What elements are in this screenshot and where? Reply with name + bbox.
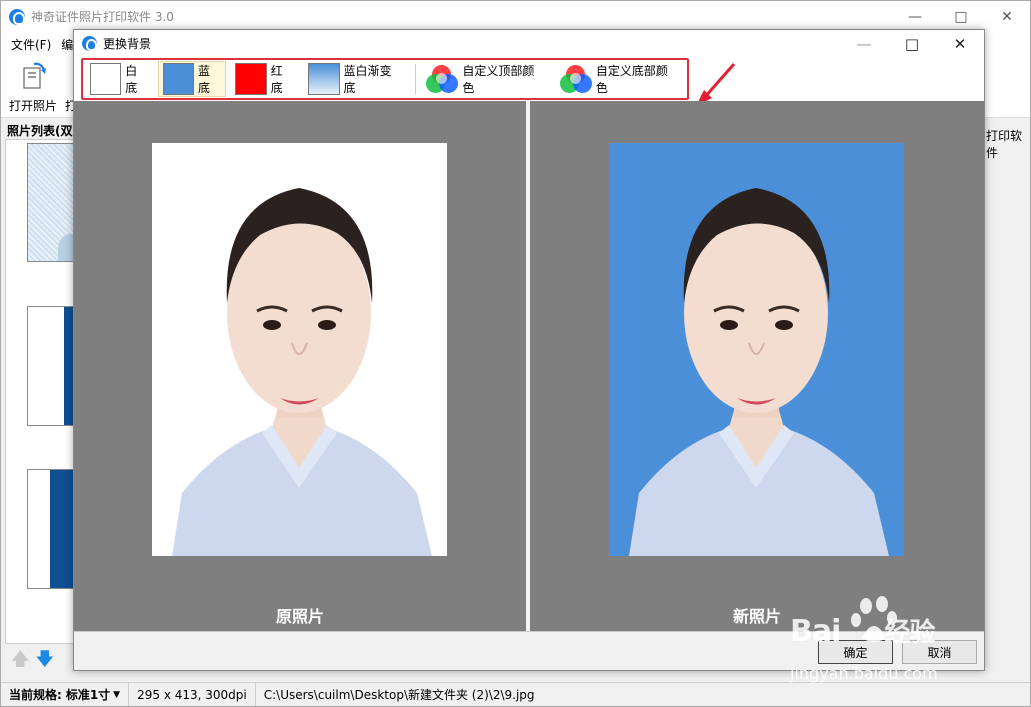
- preview-divider: [526, 101, 530, 631]
- option-custom-bottom-color[interactable]: 自定义底部颜色: [554, 61, 683, 97]
- spec-label: 当前规格:: [9, 688, 62, 702]
- original-photo-caption: 原照片: [275, 607, 324, 626]
- move-up-icon[interactable]: 🡅: [11, 651, 30, 669]
- white-swatch: [90, 63, 122, 95]
- menu-file[interactable]: 文件(F): [11, 36, 51, 53]
- minimize-button[interactable]: —: [892, 1, 938, 32]
- close-button[interactable]: ✕: [984, 1, 1030, 32]
- spec-value: 标准1寸: [65, 688, 111, 702]
- portrait-image: [609, 143, 904, 556]
- portrait-image: [152, 143, 447, 556]
- open-photo-button[interactable]: 打开照片: [7, 60, 59, 114]
- toolbar-separator: [415, 64, 417, 94]
- photo-thumbnail[interactable]: [27, 143, 74, 262]
- option-white-background[interactable]: 白底: [85, 61, 154, 97]
- option-gradient-background[interactable]: 蓝白渐变底: [303, 61, 407, 97]
- background-options: 白底 蓝底 红底 蓝白渐变底 自定义顶部颜色 自定义底部颜色: [81, 58, 689, 100]
- dialog-minimize-button[interactable]: —: [840, 30, 888, 57]
- open-photo-label: 打开照片: [8, 99, 57, 113]
- option-red-background[interactable]: 红底: [230, 61, 299, 97]
- ok-button[interactable]: 确定: [818, 640, 893, 664]
- option-blue-background[interactable]: 蓝底: [157, 61, 227, 97]
- dialog-titlebar: 更换背景 — □ ✕: [74, 30, 984, 57]
- dialog-footer: 确定 取消: [74, 631, 984, 670]
- original-photo: [152, 143, 447, 556]
- main-window-title: 神奇证件照片打印软件 3.0: [31, 10, 174, 24]
- move-down-icon[interactable]: 🡇: [36, 651, 55, 669]
- photo-list[interactable]: [5, 139, 75, 644]
- option-label: 自定义顶部颜色: [462, 64, 535, 95]
- option-custom-top-color[interactable]: 自定义顶部颜色: [420, 61, 549, 97]
- dialog-close-button[interactable]: ✕: [936, 30, 984, 57]
- color-wheel-icon: [559, 64, 592, 94]
- dimensions-readout: 295 x 413, 300dpi: [129, 683, 256, 706]
- dialog-title: 更换背景: [103, 37, 152, 51]
- spec-selector[interactable]: 当前规格: 标准1寸 ▼: [1, 683, 130, 706]
- dialog-logo-icon: [82, 36, 97, 51]
- option-label: 自定义底部颜色: [595, 64, 668, 95]
- option-label: 蓝白渐变底: [343, 64, 392, 95]
- main-titlebar: 神奇证件照片打印软件 3.0 — □ ✕: [1, 1, 1030, 32]
- right-panel-label: 打印软件: [986, 129, 1023, 160]
- dialog-maximize-button[interactable]: □: [888, 30, 936, 57]
- app-logo-icon: [9, 8, 25, 25]
- photo-thumbnail[interactable]: [27, 469, 74, 589]
- menu-edit[interactable]: 编: [61, 36, 73, 53]
- statusbar: 当前规格: 标准1寸 ▼ 295 x 413, 300dpi C:\Users\…: [1, 682, 1030, 706]
- option-label: 白底: [125, 64, 138, 95]
- color-wheel-icon: [425, 64, 459, 94]
- gradient-swatch: [308, 63, 340, 95]
- list-nav: 🡅 🡇: [11, 651, 54, 669]
- file-path: C:\Users\cuilm\Desktop\新建文件夹 (2)\2\9.jpg: [263, 688, 535, 702]
- change-background-dialog: 更换背景 — □ ✕ 白底 蓝底 红底 蓝白渐变底 自定义顶部颜色 自定义底部颜…: [73, 29, 985, 671]
- blue-swatch: [162, 63, 195, 95]
- photo-thumbnail[interactable]: [27, 306, 74, 426]
- photo-list-header: 照片列表(双: [7, 124, 73, 138]
- preview-area: 原照片 新照片: [74, 101, 984, 631]
- option-label: 蓝底: [198, 64, 211, 95]
- open-photo-icon: [23, 62, 46, 89]
- new-photo: [609, 143, 904, 556]
- option-label: 红底: [270, 64, 283, 95]
- new-photo-caption: 新照片: [732, 607, 781, 626]
- dialog-toolbar: 白底 蓝底 红底 蓝白渐变底 自定义顶部颜色 自定义底部颜色: [74, 57, 984, 106]
- red-swatch: [235, 63, 267, 95]
- chevron-down-icon: ▼: [113, 689, 121, 700]
- cancel-button[interactable]: 取消: [902, 640, 977, 664]
- maximize-button[interactable]: □: [938, 1, 984, 32]
